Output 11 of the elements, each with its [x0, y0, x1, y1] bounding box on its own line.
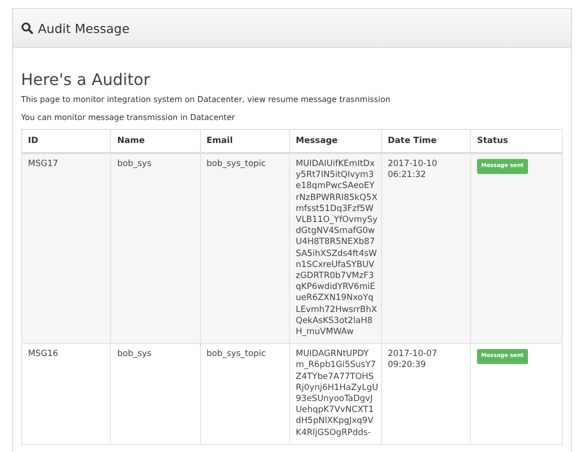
panel-title: Audit Message [38, 20, 130, 36]
table-cell: 2017-10-07 09:20:39 [381, 344, 470, 444]
description-text: You can monitor message transmission in Datacenter [21, 112, 236, 124]
table-cell: bob_sys_topic [200, 344, 290, 444]
table-cell: MUIDAGRNtUPDY m_R6pb1Gi5SusY7 Z4TYbe7A77TOHS Rj0ynj6H1HaZyLgU 93eSUnyooTaDgvJ UehqpK7VvNCXT1 dH5pNlXKpgJxq9V K4RljGSOgRPdds- [289, 344, 382, 444]
search-icon [21, 22, 33, 34]
page-heading: Here's a Auditor [21, 70, 151, 89]
table-cell: MSG17 [22, 153, 111, 344]
table-cell: MSG16 [22, 344, 111, 444]
description-text: This page to monitor integration system on Datacenter, view resume message trasnmission [21, 94, 392, 106]
table-cell: bob_sys [110, 344, 200, 444]
